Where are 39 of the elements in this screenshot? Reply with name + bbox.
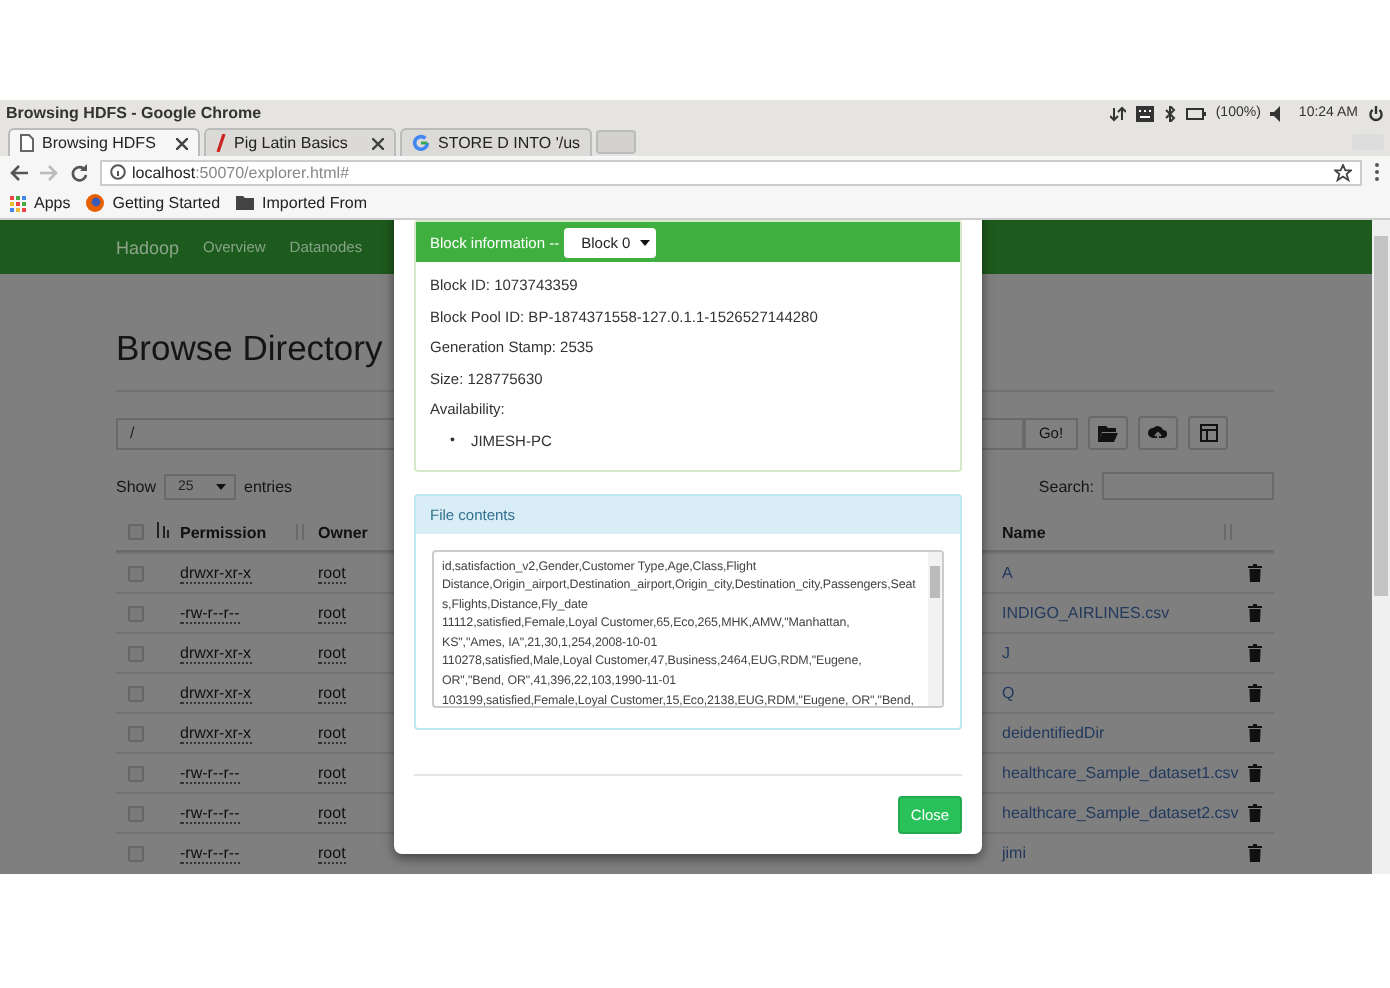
- file-name-link[interactable]: healthcare_Sample_dataset1.csv: [1002, 764, 1239, 782]
- show-label: Show: [116, 477, 157, 495]
- browser-tab[interactable]: Browsing HDFS: [8, 128, 200, 156]
- search-label: Search:: [1038, 477, 1094, 495]
- permission-link[interactable]: drwxr-xr-x: [180, 683, 252, 703]
- column-header[interactable]: Permission: [180, 523, 267, 541]
- bookmark[interactable]: Apps: [10, 194, 71, 212]
- owner-link[interactable]: root: [318, 723, 346, 743]
- permission-link[interactable]: -rw-r--r--: [180, 763, 240, 783]
- permission-link[interactable]: drwxr-xr-x: [180, 723, 252, 743]
- owner-link[interactable]: root: [318, 803, 346, 823]
- owner-link[interactable]: root: [318, 603, 346, 623]
- owner-link[interactable]: root: [318, 643, 346, 663]
- permission-link[interactable]: -rw-r--r--: [180, 603, 240, 623]
- permission-link[interactable]: -rw-r--r--: [180, 803, 240, 823]
- owner-link[interactable]: root: [318, 563, 346, 583]
- browser-tab[interactable]: STORE D INTO '/us: [400, 128, 592, 156]
- permission-link[interactable]: -rw-r--r--: [180, 843, 240, 863]
- file-name-link[interactable]: Q: [1002, 684, 1015, 702]
- column-header[interactable]: Owner: [318, 523, 368, 541]
- bookmark[interactable]: Getting Started: [86, 194, 221, 212]
- entries-label: entries: [244, 477, 293, 495]
- brand-link[interactable]: Hadoop: [116, 237, 180, 257]
- file-name-link[interactable]: jimi: [1002, 844, 1026, 862]
- owner-link[interactable]: root: [318, 843, 346, 863]
- file-name-link[interactable]: deidentifiedDir: [1002, 724, 1105, 742]
- browser-tab[interactable]: Pig Latin Basics: [204, 128, 396, 156]
- permission-link[interactable]: drwxr-xr-x: [180, 643, 252, 663]
- file-name-link[interactable]: healthcare_Sample_dataset2.csv: [1002, 804, 1239, 822]
- address-bar[interactable]: localhost:50070/explorer.html#: [100, 159, 1362, 185]
- file-name-link[interactable]: INDIGO_AIRLINES.csv: [1002, 604, 1170, 622]
- owner-link[interactable]: root: [318, 683, 346, 703]
- bookmark[interactable]: Imported From: [236, 194, 368, 212]
- owner-link[interactable]: root: [318, 763, 346, 783]
- permission-link[interactable]: drwxr-xr-x: [180, 563, 252, 583]
- file-name-link[interactable]: A: [1002, 564, 1013, 582]
- column-header[interactable]: Name: [1002, 523, 1046, 541]
- window-title: Browsing HDFS - Google Chrome: [6, 104, 262, 122]
- file-name-link[interactable]: J: [1002, 644, 1010, 662]
